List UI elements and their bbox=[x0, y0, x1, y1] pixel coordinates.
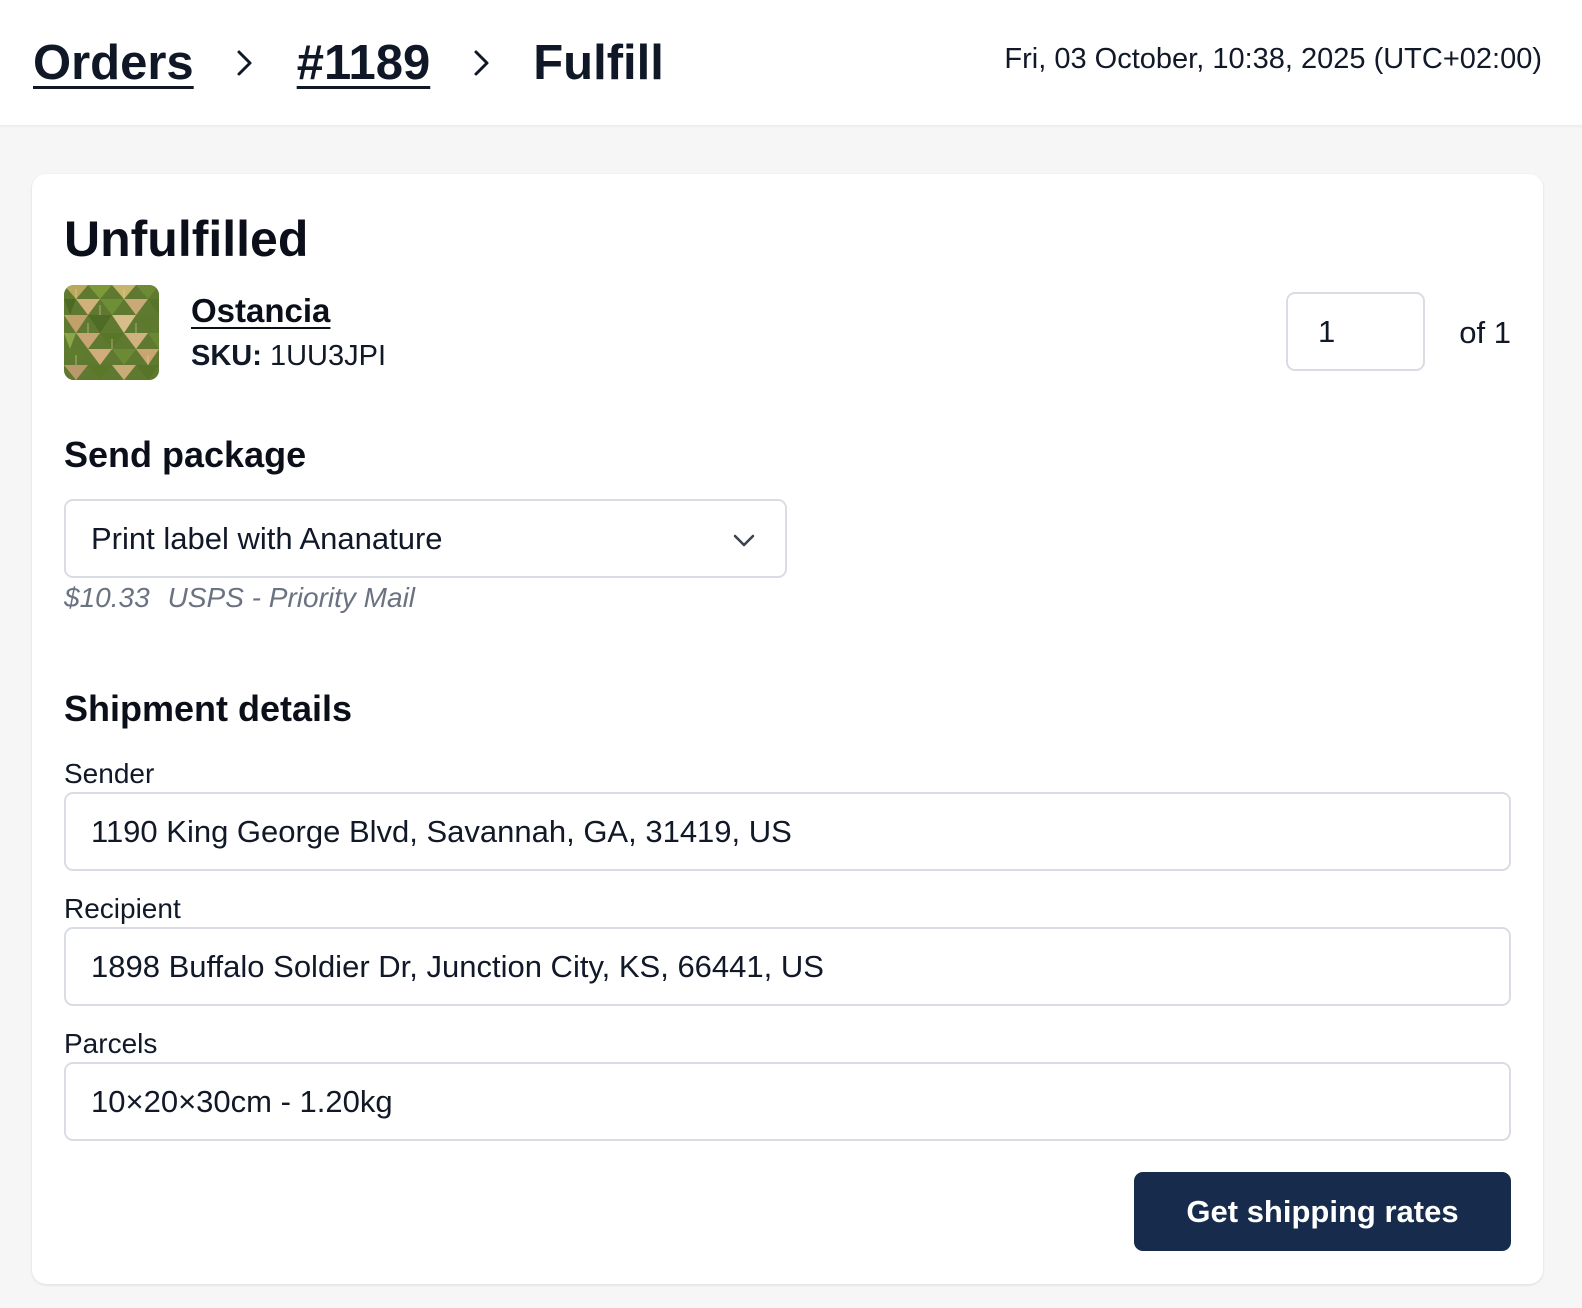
breadcrumb: Orders #1189 Fulfill bbox=[33, 28, 664, 98]
label-provider-select[interactable]: Print label with Ananature bbox=[64, 499, 787, 578]
parcels-label: Parcels bbox=[64, 1028, 158, 1059]
chevron-right-icon bbox=[194, 28, 297, 98]
parcels-field[interactable] bbox=[64, 1062, 1511, 1141]
sku-value: 1UU3JPI bbox=[269, 340, 386, 372]
sender-label: Sender bbox=[64, 758, 155, 789]
shipment-details-title: Shipment details bbox=[64, 688, 353, 729]
sku-label: SKU: bbox=[191, 340, 262, 372]
quantity-total: of 1 bbox=[1459, 315, 1511, 350]
chevron-down-icon bbox=[733, 534, 755, 547]
breadcrumb-orders-link[interactable]: Orders bbox=[33, 38, 194, 88]
fulfillment-status-title: Unfulfilled bbox=[64, 211, 309, 267]
recipient-address-field[interactable] bbox=[64, 927, 1511, 1006]
current-datetime: Fri, 03 October, 10:38, 2025 (UTC+02:00) bbox=[1004, 43, 1542, 75]
breadcrumb-order-link[interactable]: #1189 bbox=[297, 38, 431, 88]
product-thumbnail bbox=[64, 285, 159, 380]
breadcrumb-current-page: Fulfill bbox=[533, 35, 664, 90]
product-name-link[interactable]: Ostancia bbox=[191, 294, 330, 327]
rate-service: USPS - Priority Mail bbox=[167, 582, 416, 613]
label-provider-selected: Print label with Ananature bbox=[91, 521, 443, 556]
fulfillment-card: Unfulfilled Ostancia SKU: 1UU3JPI 1 of 1… bbox=[32, 174, 1543, 1284]
sender-address-field[interactable] bbox=[64, 792, 1511, 871]
quantity-input[interactable] bbox=[1286, 292, 1425, 371]
chevron-right-icon bbox=[430, 28, 533, 98]
rate-price: $10.33 bbox=[64, 582, 150, 613]
product-sku: SKU: 1UU3JPI bbox=[191, 342, 386, 371]
get-shipping-rates-button[interactable]: Get shipping rates bbox=[1134, 1172, 1511, 1251]
recipient-label: Recipient bbox=[64, 893, 181, 924]
top-bar: Orders #1189 Fulfill Fri, 03 October, 10… bbox=[0, 0, 1582, 126]
shipping-rate-hint: $10.33 USPS - Priority Mail bbox=[64, 584, 415, 612]
send-package-title: Send package bbox=[64, 434, 307, 475]
